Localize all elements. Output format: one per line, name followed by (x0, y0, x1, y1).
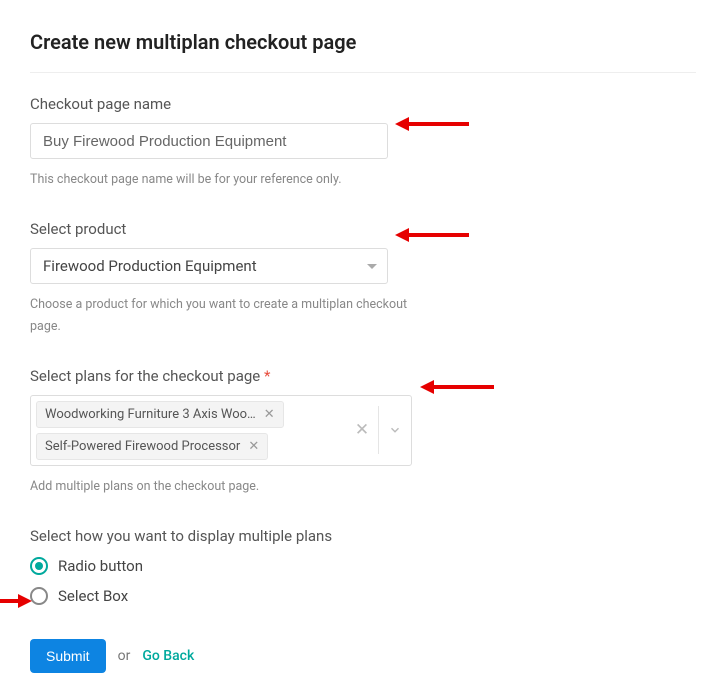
or-text: or (118, 648, 131, 664)
plans-label: Select plans for the checkout page * (30, 367, 696, 385)
required-star-icon: * (264, 367, 270, 385)
plans-multiselect[interactable]: Woodworking Furniture 3 Axis Woo… ✕ Self… (30, 395, 412, 466)
radio-inner-icon (35, 562, 43, 570)
display-option-label: Radio button (58, 557, 143, 575)
product-group: Select product Firewood Production Equip… (30, 220, 696, 337)
checkout-name-group: Checkout page name This checkout page na… (30, 95, 696, 190)
product-label: Select product (30, 220, 696, 238)
go-back-link[interactable]: Go Back (142, 648, 194, 664)
radio-icon (30, 587, 48, 605)
plans-label-text: Select plans for the checkout page (30, 367, 260, 385)
plan-tag-label: Woodworking Furniture 3 Axis Woo… (45, 407, 256, 422)
checkout-name-input[interactable] (30, 123, 388, 159)
page-title: Create new multiplan checkout page (30, 30, 696, 73)
display-option-select-box[interactable]: Select Box (30, 587, 696, 605)
plans-dropdown-toggle[interactable] (379, 423, 411, 437)
remove-tag-icon[interactable]: ✕ (248, 440, 259, 453)
chevron-down-icon (367, 264, 377, 269)
radio-icon (30, 557, 48, 575)
remove-tag-icon[interactable]: ✕ (264, 408, 275, 421)
plans-group: Select plans for the checkout page * Woo… (30, 367, 696, 497)
display-label: Select how you want to display multiple … (30, 527, 696, 545)
form-actions: Submit or Go Back (30, 639, 696, 673)
display-option-radio-button[interactable]: Radio button (30, 557, 696, 575)
display-option-label: Select Box (58, 587, 128, 605)
product-selected-value: Firewood Production Equipment (43, 257, 257, 275)
submit-button[interactable]: Submit (30, 639, 106, 673)
plans-tags-zone: Woodworking Furniture 3 Axis Woo… ✕ Self… (31, 396, 346, 465)
annotation-arrow-icon (0, 594, 32, 608)
checkout-name-help: This checkout page name will be for your… (30, 169, 410, 190)
plans-help: Add multiple plans on the checkout page. (30, 476, 410, 497)
checkout-name-label: Checkout page name (30, 95, 696, 113)
plan-tag-label: Self-Powered Firewood Processor (45, 439, 240, 454)
display-group: Select how you want to display multiple … (30, 527, 696, 605)
plans-controls: ✕ (346, 396, 411, 465)
plan-tag: Self-Powered Firewood Processor ✕ (36, 433, 268, 460)
product-select[interactable]: Firewood Production Equipment (30, 248, 388, 284)
display-radio-group: Radio button Select Box (30, 557, 696, 605)
product-help: Choose a product for which you want to c… (30, 294, 410, 337)
clear-all-icon[interactable]: ✕ (346, 420, 378, 440)
chevron-down-icon (388, 423, 402, 437)
plan-tag: Woodworking Furniture 3 Axis Woo… ✕ (36, 401, 284, 428)
